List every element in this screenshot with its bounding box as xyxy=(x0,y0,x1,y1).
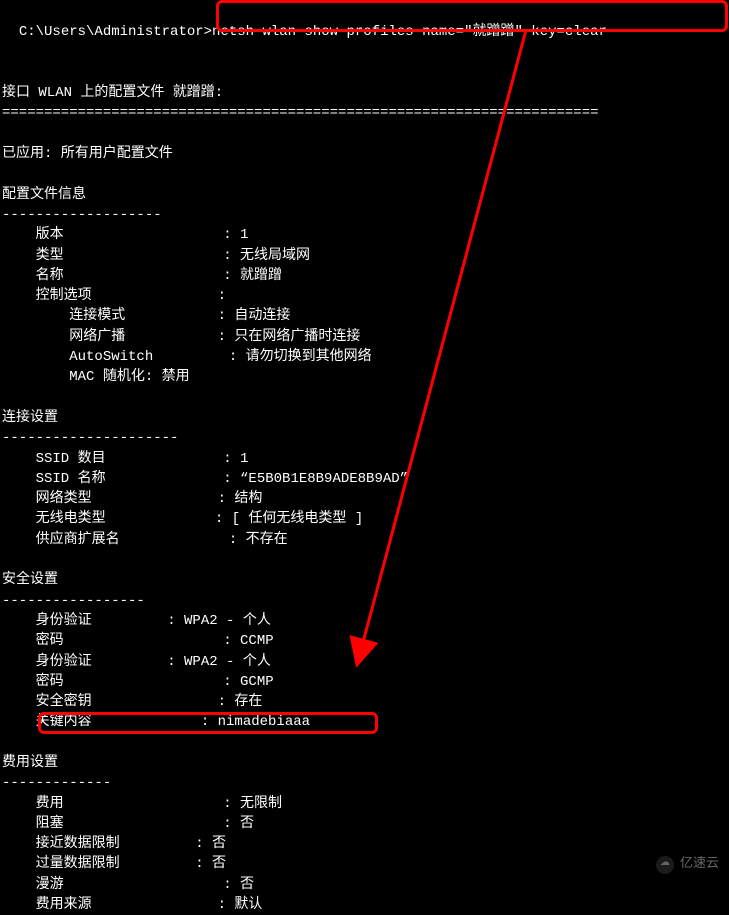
kv-row: 费用来源 : 默认 xyxy=(2,895,727,915)
prompt-line[interactable]: C:\Users\Administrator>netsh wlan show p… xyxy=(2,2,727,63)
kv-row: 供应商扩展名 : 不存在 xyxy=(2,530,727,550)
kv-row: 版本 : 1 xyxy=(2,225,727,245)
cloud-icon: ☁ xyxy=(656,856,674,874)
kv-row: 无线电类型 : [ 任何无线电类型 ] xyxy=(2,509,727,529)
section-dash: ----------------- xyxy=(2,591,727,611)
conn-block: SSID 数目 : 1 SSID 名称 : “E5B0B1E8B9ADE8B9A… xyxy=(2,449,727,550)
section-dash: ------------- xyxy=(2,773,727,793)
kv-row: 密码 : GCMP xyxy=(2,672,727,692)
blank-row xyxy=(2,63,727,83)
blank-row xyxy=(2,164,727,184)
section-title-cost: 费用设置 xyxy=(2,753,727,773)
kv-row: 关键内容 : nimadebiaaa xyxy=(2,712,727,732)
kv-row: MAC 随机化: 禁用 xyxy=(2,367,727,387)
section-title-conn: 连接设置 xyxy=(2,408,727,428)
profile-info-block: 版本 : 1 类型 : 无线局域网 名称 : 就蹭蹭 控制选项 : 连接模式 :… xyxy=(2,225,727,387)
interface-header: 接口 WLAN 上的配置文件 就蹭蹭: xyxy=(2,83,727,103)
kv-row: 身份验证 : WPA2 - 个人 xyxy=(2,652,727,672)
blank-row xyxy=(2,388,727,408)
watermark-text: 亿速云 xyxy=(680,855,719,874)
kv-row: 名称 : 就蹭蹭 xyxy=(2,266,727,286)
kv-row: 连接模式 : 自动连接 xyxy=(2,306,727,326)
kv-row: 网络类型 : 结构 xyxy=(2,489,727,509)
prompt-path: C:\Users\Administrator> xyxy=(19,24,212,40)
kv-row: 控制选项 : xyxy=(2,286,727,306)
applied-line: 已应用: 所有用户配置文件 xyxy=(2,144,727,164)
blank-row xyxy=(2,733,727,753)
kv-row: 安全密钥 : 存在 xyxy=(2,692,727,712)
kv-row: SSID 数目 : 1 xyxy=(2,449,727,469)
blank-row xyxy=(2,550,727,570)
kv-row: 接近数据限制 : 否 xyxy=(2,834,727,854)
kv-row: 阻塞 : 否 xyxy=(2,814,727,834)
section-dash: --------------------- xyxy=(2,428,727,448)
kv-row: 网络广播 : 只在网络广播时连接 xyxy=(2,327,727,347)
watermark: ☁ 亿速云 xyxy=(656,855,719,874)
kv-row: 密码 : CCMP xyxy=(2,631,727,651)
kv-row: 漫游 : 否 xyxy=(2,875,727,895)
section-title-profile: 配置文件信息 xyxy=(2,185,727,205)
cost-block: 费用 : 无限制 阻塞 : 否 接近数据限制 : 否 过量数据限制 : 否 漫游… xyxy=(2,794,727,915)
section-dash: ------------------- xyxy=(2,205,727,225)
kv-row: 类型 : 无线局域网 xyxy=(2,246,727,266)
kv-row: 费用 : 无限制 xyxy=(2,794,727,814)
header-rule: ========================================… xyxy=(2,103,727,123)
blank-row xyxy=(2,124,727,144)
kv-row: 过量数据限制 : 否 xyxy=(2,854,727,874)
key-content-highlight-box xyxy=(38,712,378,734)
kv-row: 身份验证 : WPA2 - 个人 xyxy=(2,611,727,631)
section-title-security: 安全设置 xyxy=(2,570,727,590)
security-block: 身份验证 : WPA2 - 个人 密码 : CCMP 身份验证 : WPA2 -… xyxy=(2,611,727,733)
kv-row: AutoSwitch : 请勿切换到其他网络 xyxy=(2,347,727,367)
kv-row: SSID 名称 : “E5B0B1E8B9ADE8B9AD” xyxy=(2,469,727,489)
command-text: netsh wlan show profiles name="就蹭蹭" key=… xyxy=(212,24,607,40)
